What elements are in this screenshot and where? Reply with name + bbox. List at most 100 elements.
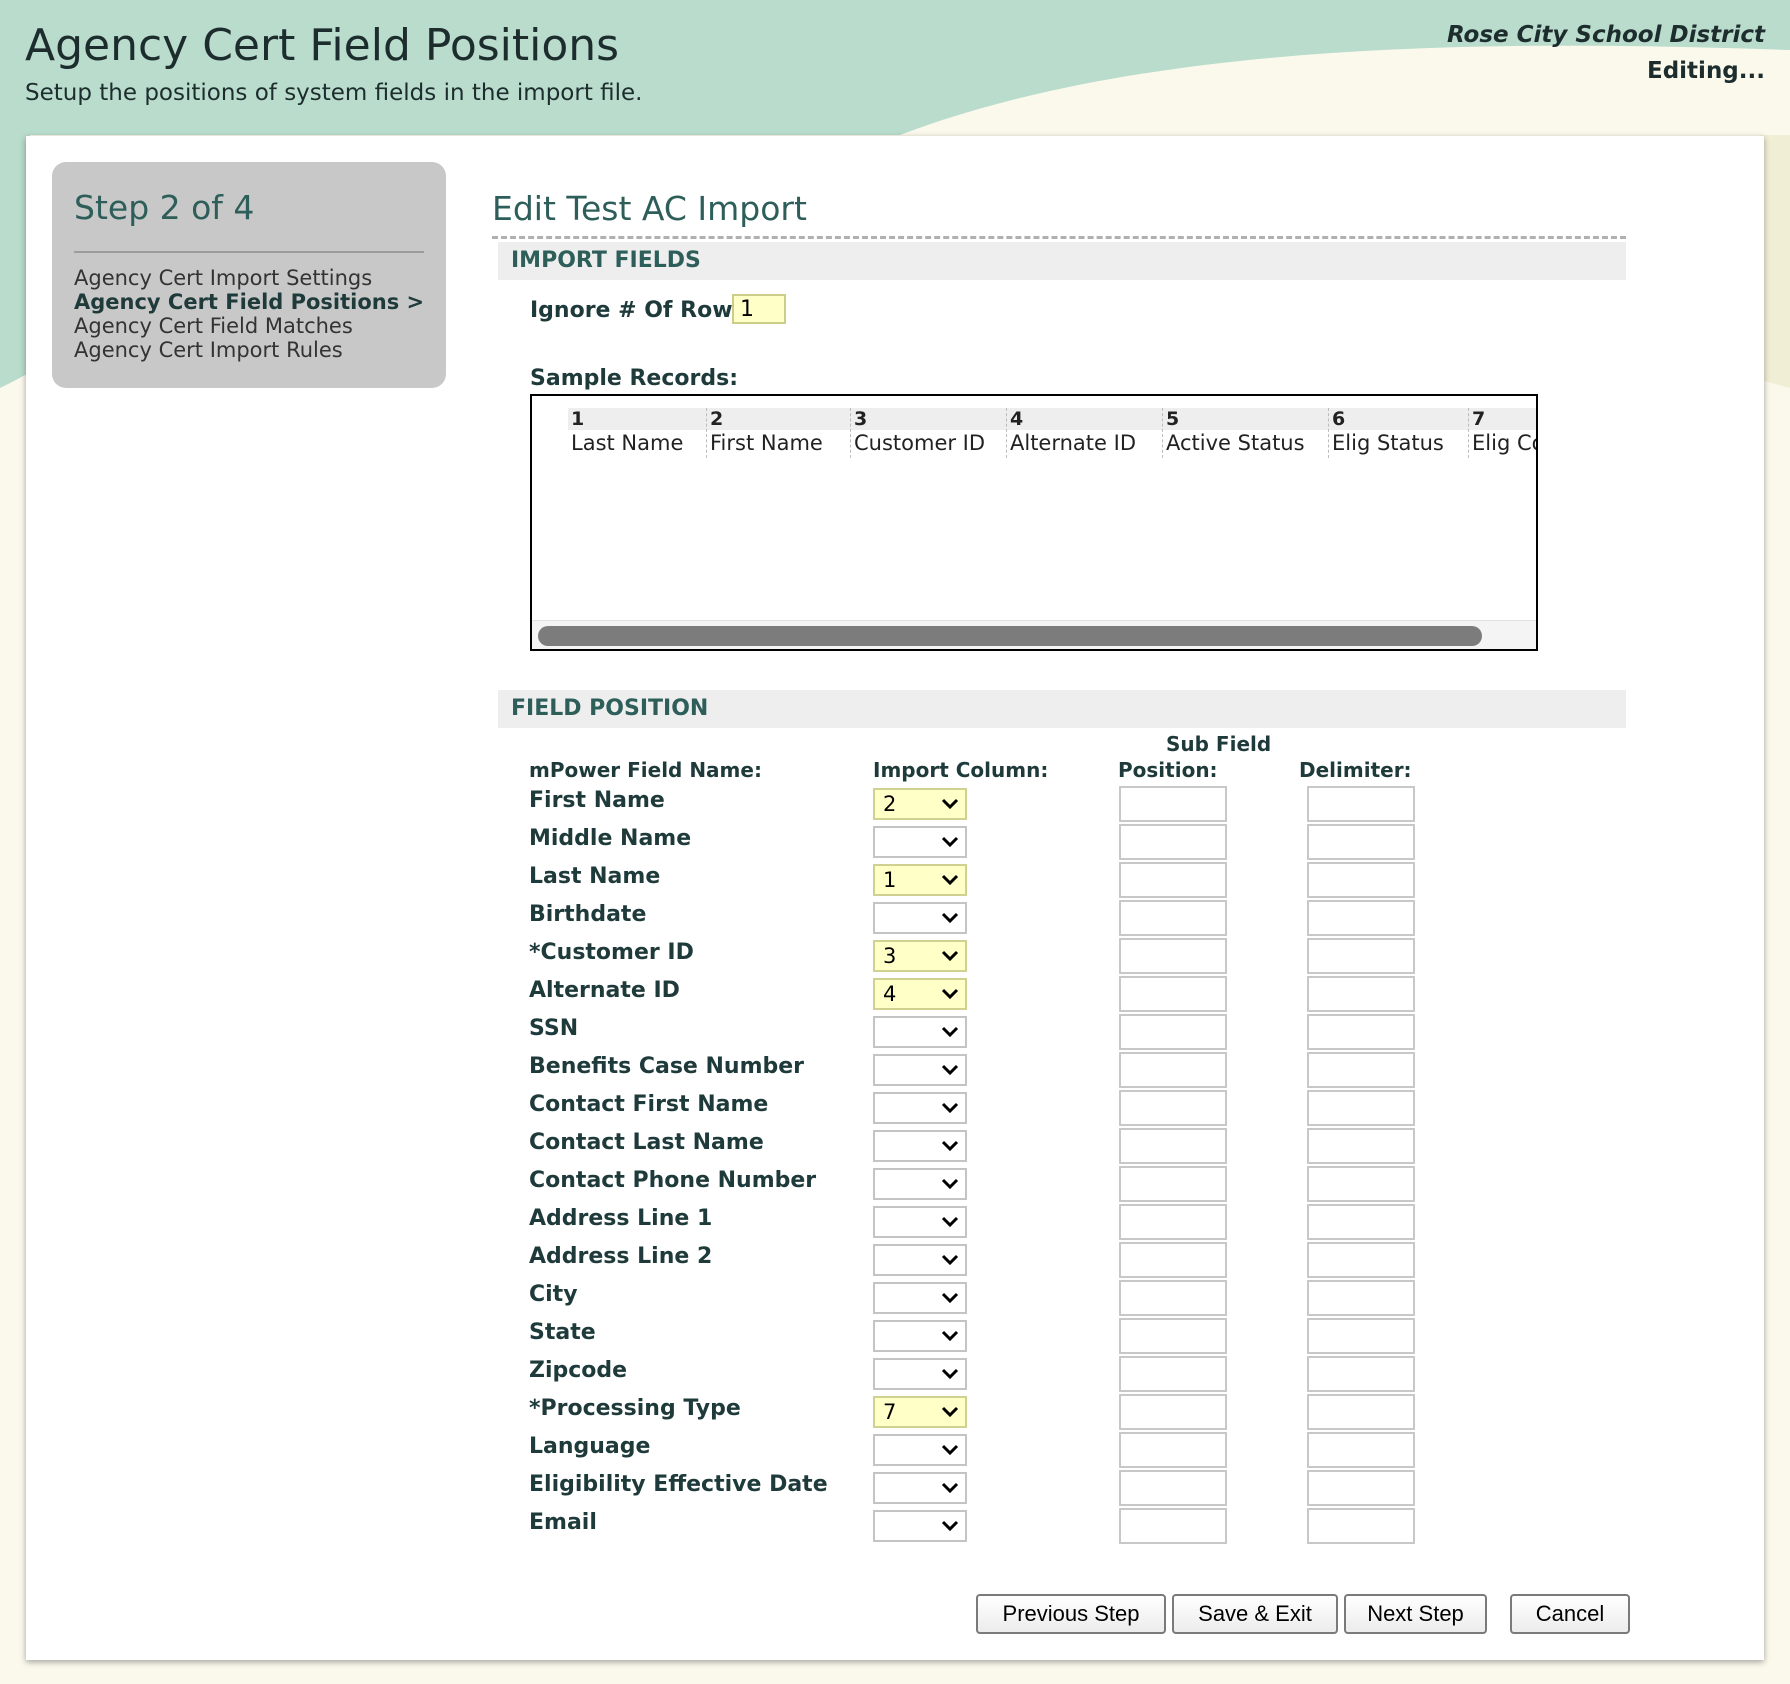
subfield-position-input[interactable] — [1119, 1318, 1227, 1354]
subfield-position-input[interactable] — [1119, 1204, 1227, 1240]
import-column-select[interactable] — [873, 1206, 967, 1238]
import-column-select[interactable] — [873, 1130, 967, 1162]
step-item-import-rules[interactable]: Agency Cert Import Rules — [74, 338, 424, 362]
subfield-position-input[interactable] — [1119, 1090, 1227, 1126]
chevron-down-icon — [941, 1292, 959, 1304]
sample-column: 7 Elig Co — [1468, 408, 1536, 458]
subfield-position-input[interactable] — [1119, 1014, 1227, 1050]
field-name-label: Contact First Name — [529, 1092, 769, 1117]
field-name-header: mPower Field Name: — [529, 758, 762, 782]
subfield-position-input[interactable] — [1119, 976, 1227, 1012]
subfield-delimiter-input[interactable] — [1307, 1280, 1415, 1316]
subfield-position-input[interactable] — [1119, 1508, 1227, 1544]
section-title: FIELD POSITION — [511, 696, 709, 721]
subfield-delimiter-input[interactable] — [1307, 900, 1415, 936]
import-column-select[interactable]: 2 — [873, 788, 967, 820]
field-name-label: Zipcode — [529, 1358, 628, 1383]
import-column-select[interactable] — [873, 1168, 967, 1200]
subfield-delimiter-input[interactable] — [1307, 1432, 1415, 1468]
field-name-label: State — [529, 1320, 596, 1345]
sample-column-number: 6 — [1332, 408, 1346, 430]
chevron-down-icon — [941, 1330, 959, 1342]
import-column-select[interactable] — [873, 1054, 967, 1086]
import-column-select[interactable] — [873, 1320, 967, 1352]
subfield-delimiter-input[interactable] — [1307, 1052, 1415, 1088]
subfield-position-input[interactable] — [1119, 1242, 1227, 1278]
subfield-delimiter-input[interactable] — [1307, 1242, 1415, 1278]
import-column-select[interactable] — [873, 1282, 967, 1314]
sample-records-viewer[interactable]: 1 Last Name 2 First Name 3 Customer ID 4… — [530, 394, 1538, 651]
subfield-position-input[interactable] — [1119, 824, 1227, 860]
subfield-delimiter-input[interactable] — [1307, 1090, 1415, 1126]
subfield-delimiter-input[interactable] — [1307, 1014, 1415, 1050]
import-column-select[interactable] — [873, 1016, 967, 1048]
chevron-down-icon — [941, 836, 959, 848]
subfield-position-input[interactable] — [1119, 862, 1227, 898]
sample-column-name: First Name — [710, 431, 823, 455]
subfield-position-input[interactable] — [1119, 1128, 1227, 1164]
import-column-select[interactable] — [873, 1434, 967, 1466]
subfield-delimiter-input[interactable] — [1307, 786, 1415, 822]
subfield-header: Sub Field — [1166, 732, 1272, 756]
subfield-delimiter-input[interactable] — [1307, 1394, 1415, 1430]
step-item-field-matches[interactable]: Agency Cert Field Matches — [74, 314, 424, 338]
scrollbar-thumb[interactable] — [538, 626, 1482, 646]
subfield-delimiter-input[interactable] — [1307, 824, 1415, 860]
subfield-position-input[interactable] — [1119, 900, 1227, 936]
subfield-position-input[interactable] — [1119, 1470, 1227, 1506]
cancel-button[interactable]: Cancel — [1510, 1594, 1630, 1634]
page-subtitle: Setup the positions of system fields in … — [25, 80, 643, 106]
horizontal-scrollbar[interactable] — [532, 620, 1536, 649]
import-column-select[interactable] — [873, 826, 967, 858]
step-item-import-settings[interactable]: Agency Cert Import Settings — [74, 266, 424, 290]
sample-column-name: Elig Status — [1332, 431, 1444, 455]
chevron-down-icon — [941, 1178, 959, 1190]
subfield-position-input[interactable] — [1119, 786, 1227, 822]
subfield-delimiter-input[interactable] — [1307, 1508, 1415, 1544]
divider — [492, 236, 1626, 239]
next-step-button[interactable]: Next Step — [1344, 1594, 1487, 1634]
subfield-delimiter-input[interactable] — [1307, 1128, 1415, 1164]
import-column-select[interactable]: 3 — [873, 940, 967, 972]
delimiter-header: Delimiter: — [1299, 758, 1412, 782]
section-title: IMPORT FIELDS — [511, 248, 701, 273]
import-column-select[interactable] — [873, 1092, 967, 1124]
chevron-down-icon — [941, 950, 959, 962]
subfield-delimiter-input[interactable] — [1307, 938, 1415, 974]
import-column-select[interactable]: 1 — [873, 864, 967, 896]
subfield-position-input[interactable] — [1119, 1280, 1227, 1316]
import-column-select[interactable] — [873, 1510, 967, 1542]
sample-column-name: Active Status — [1166, 431, 1305, 455]
chevron-down-icon — [941, 1482, 959, 1494]
subfield-position-input[interactable] — [1119, 1394, 1227, 1430]
subfield-position-input[interactable] — [1119, 1432, 1227, 1468]
import-column-select[interactable] — [873, 902, 967, 934]
step-list: Agency Cert Import Settings Agency Cert … — [74, 266, 424, 362]
import-column-value: 7 — [883, 1400, 897, 1424]
field-name-label: *Processing Type — [529, 1396, 741, 1421]
save-exit-button[interactable]: Save & Exit — [1172, 1594, 1338, 1634]
subfield-delimiter-input[interactable] — [1307, 1356, 1415, 1392]
sample-records-label: Sample Records: — [530, 366, 738, 391]
previous-step-button[interactable]: Previous Step — [976, 1594, 1166, 1634]
ignore-rows-input[interactable] — [732, 294, 786, 324]
import-column-select[interactable] — [873, 1358, 967, 1390]
import-column-select[interactable] — [873, 1244, 967, 1276]
subfield-delimiter-input[interactable] — [1307, 862, 1415, 898]
import-column-value: 3 — [883, 944, 897, 968]
field-name-label: *Customer ID — [529, 940, 694, 965]
subfield-delimiter-input[interactable] — [1307, 1318, 1415, 1354]
subfield-delimiter-input[interactable] — [1307, 1166, 1415, 1202]
import-column-select[interactable]: 7 — [873, 1396, 967, 1428]
subfield-position-input[interactable] — [1119, 1052, 1227, 1088]
subfield-delimiter-input[interactable] — [1307, 976, 1415, 1012]
subfield-delimiter-input[interactable] — [1307, 1204, 1415, 1240]
sample-column-name: Customer ID — [854, 431, 986, 455]
subfield-position-input[interactable] — [1119, 1356, 1227, 1392]
form-title: Edit Test AC Import — [492, 189, 807, 228]
subfield-position-input[interactable] — [1119, 938, 1227, 974]
subfield-position-input[interactable] — [1119, 1166, 1227, 1202]
import-column-select[interactable] — [873, 1472, 967, 1504]
import-column-select[interactable]: 4 — [873, 978, 967, 1010]
subfield-delimiter-input[interactable] — [1307, 1470, 1415, 1506]
